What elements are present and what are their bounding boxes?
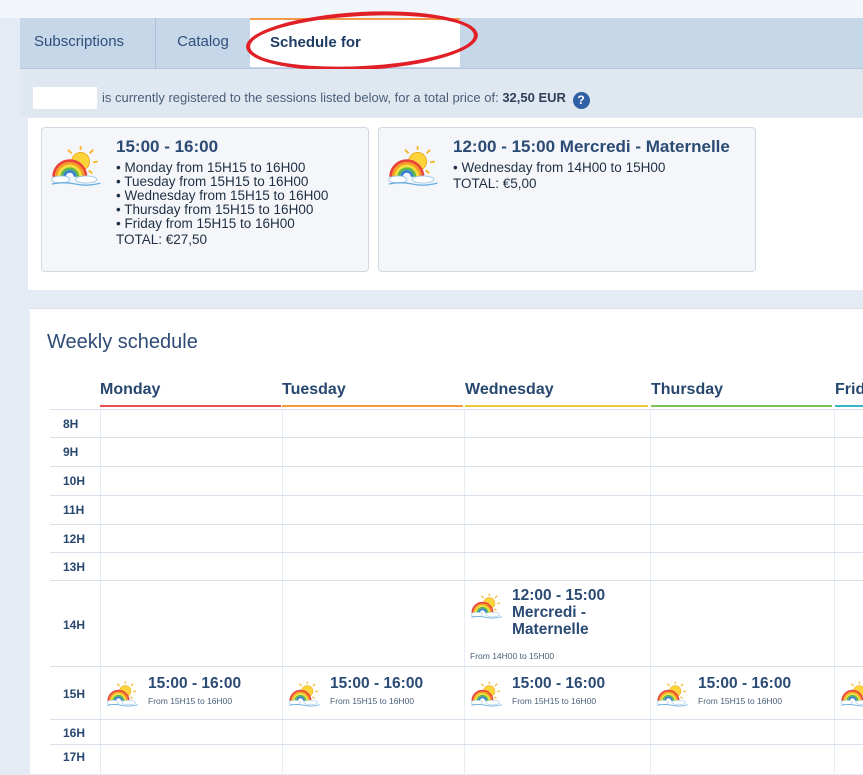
total-price: 32,50 EUR — [502, 90, 566, 105]
hour-label: 10H — [63, 474, 86, 488]
rainbow-sun-icon — [840, 681, 863, 707]
rainbow-sun-icon — [106, 681, 140, 707]
tab-catalog[interactable]: Catalog — [156, 18, 251, 68]
event-subtitle: From 15H15 to 16H00 — [512, 696, 597, 706]
day-color-line — [282, 405, 463, 407]
event-time: 15:00 - 16:00 — [148, 675, 242, 692]
event-title: 12:00 - 15:00 Mercredi - Maternelle — [512, 587, 605, 638]
day-color-line — [100, 405, 281, 407]
event-time: 15:00 - 16:00 — [330, 675, 424, 692]
tab-subscriptions[interactable]: Subscriptions — [20, 18, 156, 68]
schedule-event[interactable]: 15:00 - 16:00 From 15H15 to 16H00 — [468, 669, 646, 717]
session-days-list: • Monday from 15H15 to 16H00 • Tuesday f… — [116, 161, 328, 247]
hour-row: 16H — [50, 719, 863, 745]
hour-row: 17H — [50, 744, 863, 775]
help-icon[interactable]: ? — [572, 92, 590, 109]
day-color-line — [465, 405, 648, 407]
session-day-item: • Tuesday from 15H15 to 16H00 — [116, 174, 309, 189]
event-subtitle: From 15H15 to 16H00 — [698, 696, 783, 706]
session-day-item: • Thursday from 15H15 to 16H00 — [116, 202, 314, 217]
day-label: Tuesday — [282, 381, 346, 398]
event-name: Mercredi - — [512, 604, 587, 621]
hour-row: 11H — [50, 495, 863, 525]
day-header-wednesday: Wednesday — [465, 381, 648, 407]
session-total: TOTAL: €5,00 — [453, 176, 537, 191]
event-name: Maternelle — [512, 621, 589, 638]
session-title: 15:00 - 16:00 — [116, 137, 219, 156]
rainbow-sun-icon — [387, 146, 441, 186]
hour-row: 10H — [50, 466, 863, 496]
day-header-monday: Monday — [100, 381, 281, 407]
registration-sentence: is currently registered to the sessions … — [102, 90, 499, 105]
day-label: Wednesday — [465, 381, 554, 398]
event-subtitle: From 15H15 to 16H00 — [330, 696, 415, 706]
day-label: Thursday — [651, 381, 724, 398]
registration-info: is currently registered to the sessions … — [20, 69, 863, 117]
weekly-schedule-title: Weekly schedule — [47, 331, 198, 353]
session-days-list: • Wednesday from 14H00 to 15H00 TOTAL: €… — [453, 161, 665, 191]
hour-row: 9H — [50, 437, 863, 467]
hour-row: 13H — [50, 552, 863, 581]
event-time: 15:00 - 16:00 — [512, 675, 606, 692]
rainbow-sun-icon — [470, 681, 504, 707]
rainbow-sun-icon — [470, 593, 504, 619]
hour-label: 9H — [63, 445, 79, 459]
schedule-event-partial[interactable] — [838, 669, 863, 717]
registration-text: is currently registered to the sessions … — [102, 90, 590, 109]
schedule-event[interactable]: 15:00 - 16:00 From 15H15 to 16H00 — [286, 669, 462, 717]
session-day-item: • Wednesday from 14H00 to 15H00 — [453, 160, 666, 175]
participant-name-box — [33, 87, 97, 109]
schedule-event[interactable]: 12:00 - 15:00 Mercredi - Maternelle From… — [468, 583, 648, 663]
rainbow-sun-icon — [288, 681, 322, 707]
session-card[interactable]: 12:00 - 15:00 Mercredi - Maternelle • We… — [378, 127, 756, 272]
day-header-thursday: Thursday — [651, 381, 832, 407]
hour-label: 16H — [63, 726, 86, 740]
day-label: Friday — [835, 381, 863, 398]
session-day-item: • Monday from 15H15 to 16H00 — [116, 160, 306, 175]
session-title: 12:00 - 15:00 Mercredi - Maternelle — [453, 137, 730, 156]
session-day-item: • Friday from 15H15 to 16H00 — [116, 216, 295, 231]
rainbow-sun-icon — [656, 681, 690, 707]
hour-label: 15H — [63, 687, 86, 701]
hour-row: 14H — [50, 580, 863, 667]
hour-label: 8H — [63, 417, 79, 431]
day-color-line — [835, 405, 863, 407]
weekly-schedule: Weekly schedule Monday Tuesday Wednesday… — [30, 308, 863, 774]
session-card[interactable]: 15:00 - 16:00 • Monday from 15H15 to 16H… — [41, 127, 369, 272]
hour-label: 12H — [63, 532, 86, 546]
hour-label: 14H — [63, 618, 86, 632]
hour-row: 12H — [50, 524, 863, 553]
day-header-friday: Friday — [835, 381, 863, 407]
sessions-panel: 15:00 - 16:00 • Monday from 15H15 to 16H… — [28, 118, 863, 290]
hour-label: 13H — [63, 560, 86, 574]
schedule-event[interactable]: 15:00 - 16:00 From 15H15 to 16H00 — [104, 669, 280, 717]
schedule-event[interactable]: 15:00 - 16:00 From 15H15 to 16H00 — [654, 669, 830, 717]
session-day-item: • Wednesday from 15H15 to 16H00 — [116, 188, 329, 203]
event-time: 12:00 - 15:00 — [512, 587, 606, 604]
session-total: TOTAL: €27,50 — [116, 232, 208, 247]
hour-row: 8H — [50, 409, 863, 438]
hour-label: 17H — [63, 750, 86, 764]
day-header-tuesday: Tuesday — [282, 381, 463, 407]
rainbow-sun-icon — [50, 146, 104, 186]
day-color-line — [651, 405, 832, 407]
hour-label: 11H — [63, 503, 85, 517]
day-label: Monday — [100, 381, 161, 398]
event-subtitle: From 15H15 to 16H00 — [148, 696, 233, 706]
event-subtitle: From 14H00 to 15H00 — [470, 651, 555, 661]
event-time: 15:00 - 16:00 — [698, 675, 792, 692]
